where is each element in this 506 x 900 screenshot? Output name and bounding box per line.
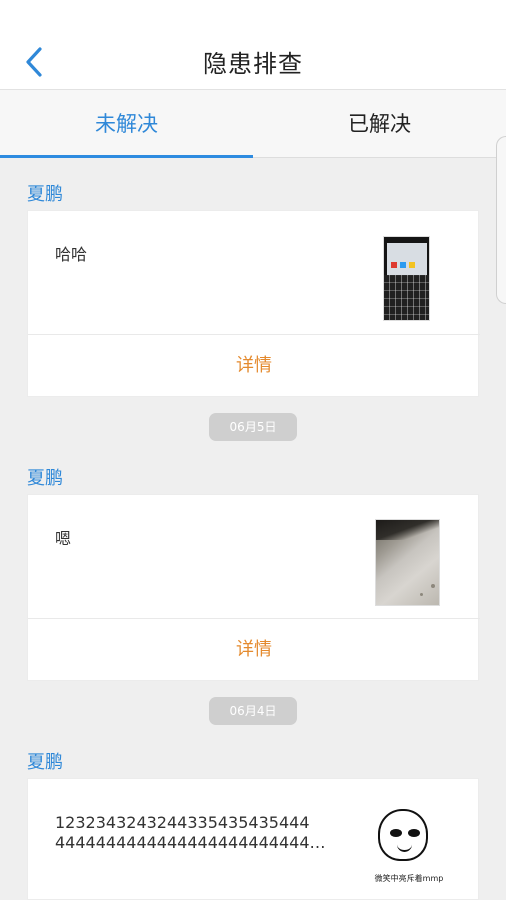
report-summary: 嗯: [28, 495, 480, 619]
reporter-name: 夏鹏: [27, 468, 63, 489]
meme-mouth-icon: [397, 844, 412, 852]
floor-edge-image-part: [376, 520, 439, 540]
report-thumbnail[interactable]: [375, 519, 440, 606]
report-thumbnail[interactable]: 微笑中亮斥着mmp: [368, 803, 450, 885]
meme-face-icon: [378, 809, 428, 861]
page-title: 隐患排查: [203, 50, 303, 78]
details-button[interactable]: 详情: [28, 335, 480, 397]
details-button[interactable]: 详情: [28, 619, 480, 681]
meme-left-eye-icon: [390, 829, 402, 837]
tab-unresolved[interactable]: 未解决: [0, 90, 253, 158]
meme-caption: 微笑中亮斥着mmp: [374, 874, 444, 883]
date-badge: 06月4日: [209, 697, 297, 725]
report-description: 1232343243244335435435444 44444444444444…: [55, 813, 335, 853]
reporter-name: 夏鹏: [27, 752, 63, 773]
report-description: 嗯: [55, 529, 72, 548]
hazard-report-card[interactable]: 哈哈 详情: [27, 210, 480, 397]
report-thumbnail[interactable]: [383, 236, 430, 321]
floor-speck-image-part: [420, 593, 423, 596]
report-description-line: 4444444444444444444444444444...: [55, 833, 335, 852]
report-description: 哈哈: [55, 245, 88, 264]
floor-speck-image-part: [431, 584, 435, 588]
top-navigation-bar: 隐患排查: [0, 0, 506, 90]
report-summary: 1232343243244335435435444 44444444444444…: [28, 779, 480, 900]
date-badge: 06月5日: [209, 413, 297, 441]
keyboard-image-part: [384, 275, 429, 320]
report-description-line: 1232343243244335435435444: [55, 813, 310, 832]
tab-resolved[interactable]: 已解决: [253, 90, 506, 158]
hazard-report-list[interactable]: 夏鹏 哈哈 详情 06月5日 夏鹏 嗯 详情 06月4日 夏鹏 12323432…: [0, 158, 506, 900]
app-dock-color-dots: [391, 262, 421, 268]
report-summary: 哈哈: [28, 211, 480, 335]
status-tabs: 未解决 已解决: [0, 90, 506, 158]
app-screen: 隐患排查 未解决 已解决 夏鹏 哈哈 详情 06月5日 夏鹏 嗯 详情 06月4…: [0, 0, 506, 900]
hazard-report-card[interactable]: 嗯 详情: [27, 494, 480, 681]
laptop-screen-image-part: [387, 243, 427, 276]
hazard-report-card[interactable]: 1232343243244335435435444 44444444444444…: [27, 778, 479, 900]
meme-right-eye-icon: [408, 829, 420, 837]
reporter-name: 夏鹏: [27, 184, 63, 205]
